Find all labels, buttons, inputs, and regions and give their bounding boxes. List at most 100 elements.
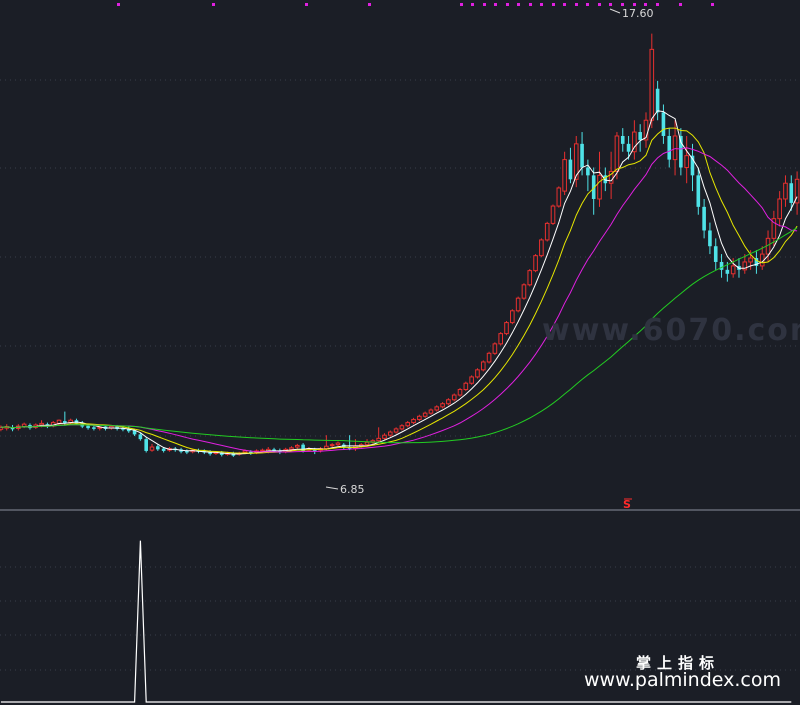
candle-body-up — [376, 437, 381, 442]
stock-chart: www.6070.com 17.60 6.85 S 掌上指标 www.palmi… — [0, 3, 800, 703]
candle-body-down — [719, 261, 724, 270]
candle-body-up — [556, 187, 562, 207]
marker-dot — [598, 3, 601, 6]
watermark-site-a: www.6070.com — [542, 313, 800, 348]
candle-body-up — [469, 376, 474, 384]
marker-dot — [586, 3, 589, 6]
candle-body-up — [399, 425, 405, 430]
ma-line-magenta — [0, 147, 798, 453]
marker-dot — [609, 3, 612, 6]
candle-body-up — [510, 310, 515, 324]
candle-body-up — [597, 174, 602, 200]
candle-body-up — [149, 446, 155, 451]
candle-body-down — [661, 112, 666, 136]
candle-body-up — [614, 135, 620, 172]
candle-body-up — [382, 434, 387, 439]
candle-body-up — [289, 447, 294, 450]
candle-body-up — [539, 239, 544, 257]
candle-body-up — [393, 428, 399, 433]
candle-body-down — [92, 427, 96, 429]
marker-dot — [679, 3, 682, 6]
candle-body-down — [586, 167, 590, 176]
marker-dot — [552, 3, 555, 6]
candle-body-up — [783, 182, 788, 200]
top-marker-dots — [117, 3, 714, 6]
candle-body-up — [446, 399, 451, 405]
candle-body-up — [324, 445, 329, 450]
ma-line-yellow — [0, 127, 798, 454]
candle-body-up — [492, 343, 498, 354]
marker-dot — [621, 3, 624, 6]
candle-body-up — [777, 198, 782, 220]
marker-dot — [517, 3, 520, 6]
high-label-pointer — [609, 8, 621, 14]
marker-dot — [506, 3, 509, 6]
candle-body-up — [684, 155, 689, 168]
candle-body-down — [161, 448, 166, 451]
candle-body-up — [562, 159, 567, 192]
candle-body-up — [405, 422, 411, 427]
candle-body-up — [387, 431, 393, 436]
candle-body-down — [713, 246, 718, 262]
candle-body-down — [696, 175, 701, 207]
marker-dot — [494, 3, 497, 6]
candle-body-up — [440, 403, 445, 408]
candle-body-up — [544, 222, 550, 241]
watermark-site-b: www.palmindex.com — [584, 669, 781, 691]
marker-dot — [540, 3, 543, 6]
candle-body-up — [411, 418, 416, 424]
candle-body-down — [138, 434, 143, 440]
ma-line-white — [0, 110, 798, 455]
marker-dot — [460, 3, 463, 6]
candle-body-up — [521, 284, 527, 299]
candle-body-down — [156, 446, 160, 450]
candle-body-up — [480, 361, 486, 371]
candle-body-up — [527, 270, 533, 286]
candle-body-down — [568, 159, 573, 180]
candlesticks — [0, 33, 800, 457]
marker-dot — [529, 3, 532, 6]
candle-body-up — [475, 369, 480, 378]
candle-body-up — [504, 322, 509, 335]
candle-body-down — [655, 88, 660, 113]
candle-body-down — [620, 135, 625, 144]
marker-dot — [644, 3, 647, 6]
candle-body-up — [748, 257, 753, 263]
candle-body-up — [463, 382, 469, 391]
candle-body-up — [39, 422, 44, 426]
candle-body-up — [417, 415, 422, 420]
candle-body-up — [335, 442, 341, 446]
marker-dot — [212, 3, 215, 6]
candle-body-down — [708, 230, 712, 247]
candle-body-up — [21, 423, 27, 428]
candle-body-up — [550, 205, 556, 224]
candle-body-down — [144, 439, 148, 451]
candle-body-up — [486, 352, 492, 363]
candle-body-up — [649, 48, 655, 121]
candle-body-up — [730, 265, 736, 275]
candle-body-down — [626, 143, 631, 152]
marker-dot — [711, 3, 714, 6]
candle-body-up — [428, 409, 434, 414]
marker-dot — [575, 3, 578, 6]
candle-body-up — [515, 297, 521, 312]
candle-body-up — [457, 389, 463, 396]
candle-body-up — [498, 333, 504, 345]
marker-dot — [368, 3, 371, 6]
candle-body-down — [667, 135, 672, 160]
low-label-pointer — [325, 486, 339, 490]
marker-dot — [483, 3, 486, 6]
marker-dot — [656, 3, 659, 6]
marker-dot — [117, 3, 120, 6]
moving-averages — [0, 110, 798, 455]
candle-body-up — [422, 412, 428, 417]
signal-label: S — [623, 498, 631, 511]
marker-dot — [633, 3, 636, 6]
low-price-label: 6.85 — [340, 483, 365, 496]
candle-body-down — [725, 269, 730, 274]
candle-body-up — [533, 255, 538, 272]
candle-body-down — [789, 183, 794, 203]
marker-dot — [563, 3, 566, 6]
marker-dot — [471, 3, 474, 6]
candle-body-down — [86, 425, 90, 429]
